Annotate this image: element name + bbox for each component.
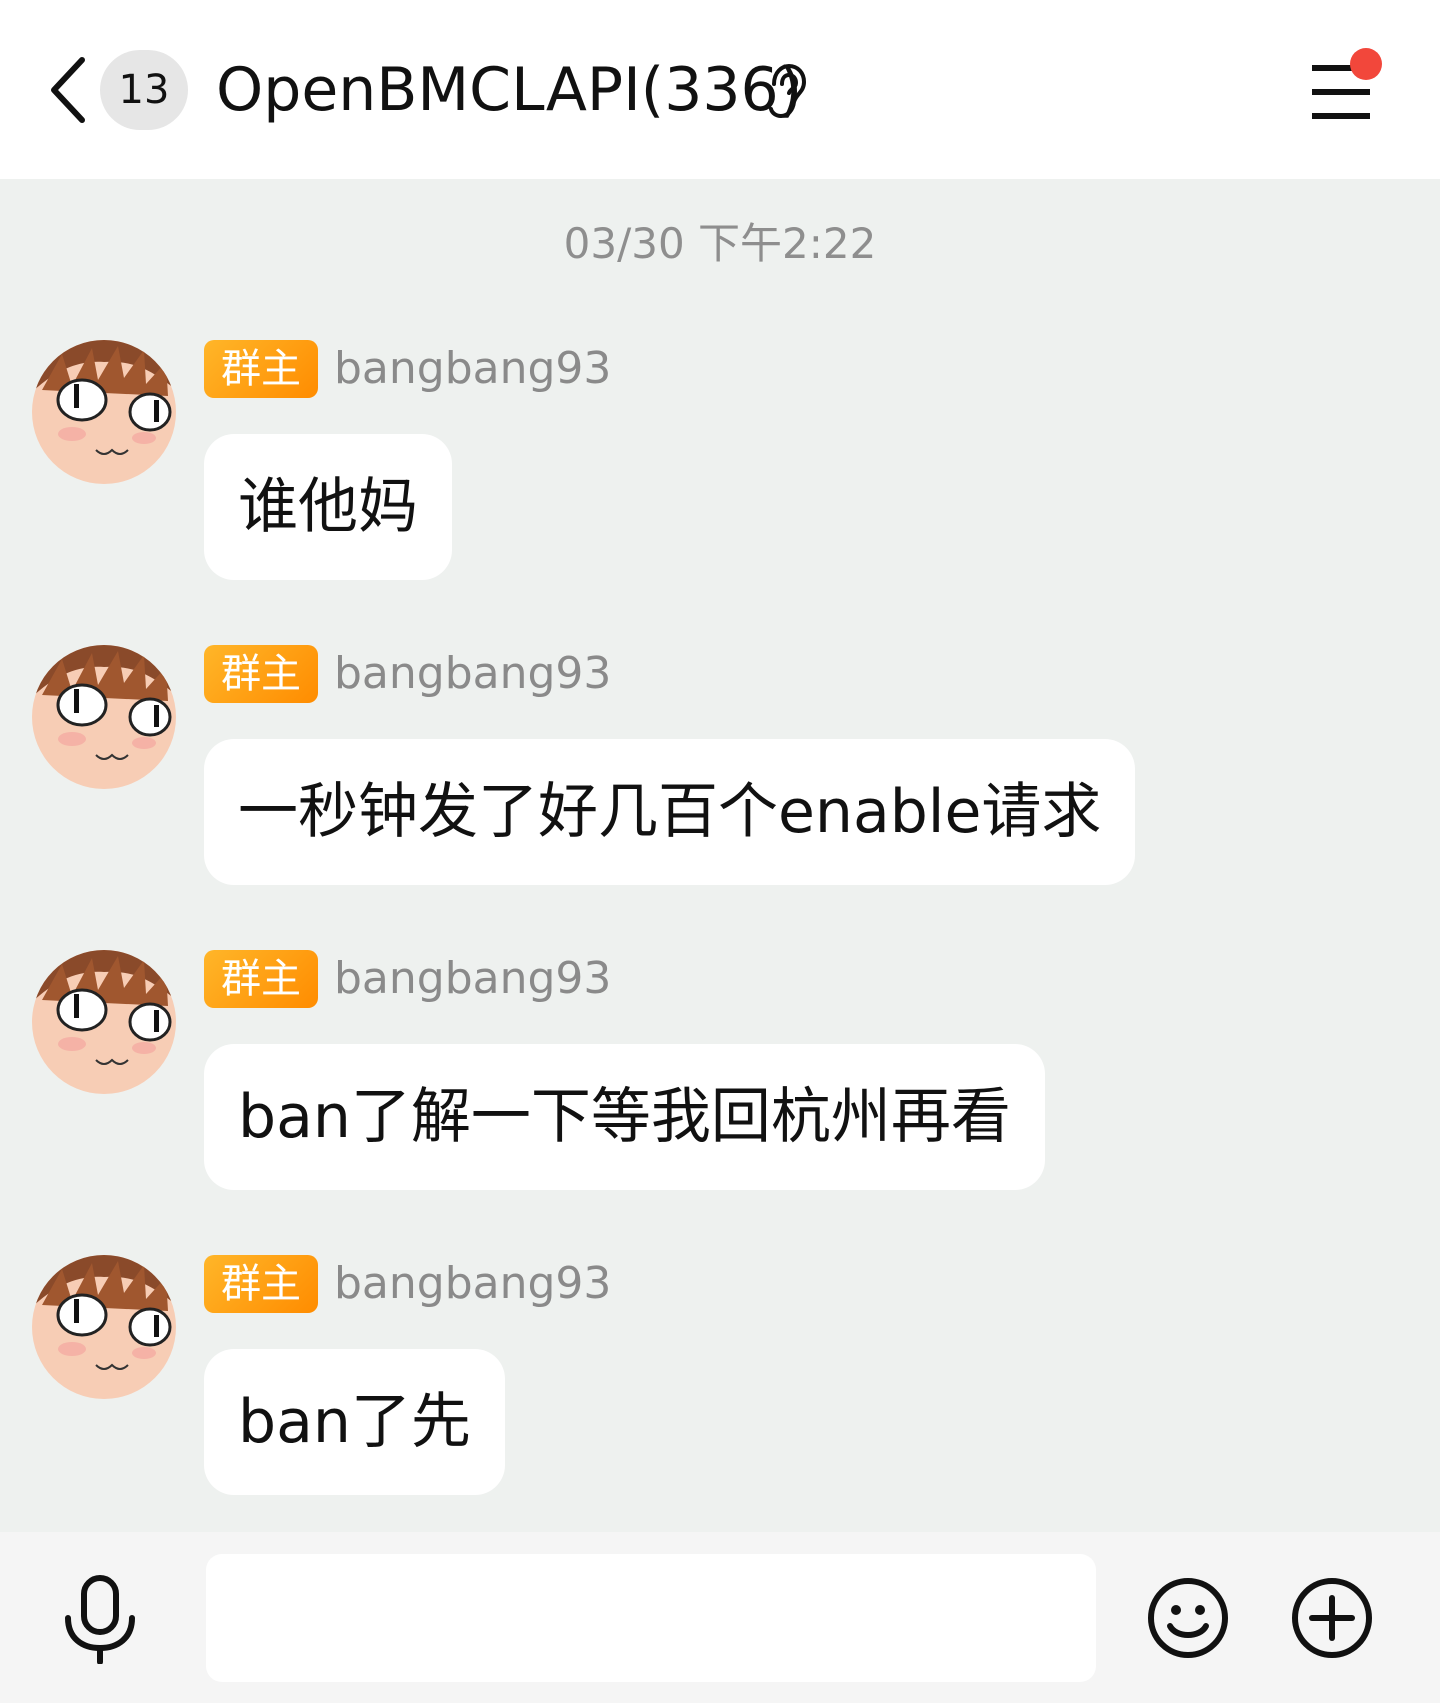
sender-name[interactable]: bangbang93 — [334, 645, 611, 703]
avatar[interactable] — [32, 645, 176, 789]
sender-name[interactable]: bangbang93 — [334, 1255, 611, 1313]
message-input[interactable] — [206, 1554, 1096, 1682]
message-input-bar — [0, 1532, 1440, 1703]
avatar[interactable] — [32, 340, 176, 484]
notification-dot — [1350, 48, 1382, 80]
chat-header: 13 OpenBMCLAPI(336) — [0, 0, 1440, 179]
ear-icon[interactable] — [764, 62, 808, 120]
chat-title[interactable]: OpenBMCLAPI(336) — [216, 56, 802, 124]
message-bubble[interactable]: ban了解一下等我回杭州再看 — [204, 1044, 1045, 1190]
microphone-icon[interactable] — [60, 1574, 140, 1664]
message-bubble[interactable]: 一秒钟发了好几百个enable请求 — [204, 739, 1136, 885]
avatar[interactable] — [32, 1255, 176, 1399]
plus-icon[interactable] — [1290, 1576, 1374, 1660]
avatar[interactable] — [32, 950, 176, 1094]
owner-badge: 群主 — [204, 950, 318, 1008]
unread-count-badge[interactable]: 13 — [100, 50, 188, 130]
message-bubble[interactable]: ban了先 — [204, 1349, 505, 1495]
message-bubble[interactable]: 谁他妈 — [204, 434, 452, 580]
chevron-left-icon — [51, 57, 85, 123]
owner-badge: 群主 — [204, 645, 318, 703]
back-button[interactable] — [40, 50, 96, 130]
owner-badge: 群主 — [204, 340, 318, 398]
emoji-icon[interactable] — [1146, 1576, 1230, 1660]
sender-name[interactable]: bangbang93 — [334, 340, 611, 398]
owner-badge: 群主 — [204, 1255, 318, 1313]
sender-name[interactable]: bangbang93 — [334, 950, 611, 1008]
message-timestamp: 03/30 下午2:22 — [563, 219, 877, 268]
